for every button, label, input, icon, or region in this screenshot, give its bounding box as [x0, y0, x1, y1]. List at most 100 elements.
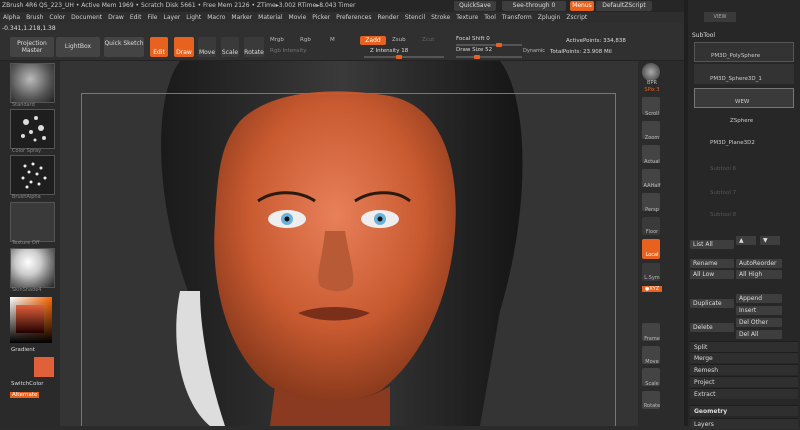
edit-mode-button[interactable]: Edit	[150, 37, 168, 57]
subtool-item-wew[interactable]: WEW	[694, 88, 794, 108]
menu-picker[interactable]: Picker	[309, 12, 333, 23]
stroke-color-spray-thumbnail[interactable]	[10, 109, 55, 149]
alpha-dots-icon	[21, 162, 47, 189]
all-low-button[interactable]: All Low	[690, 270, 734, 279]
dynamic-toggle[interactable]: Dynamic	[523, 48, 545, 54]
texture-off-thumbnail[interactable]	[10, 202, 55, 242]
menu-alpha[interactable]: Alpha	[0, 12, 23, 23]
default-zscript-button[interactable]: DefaultZScript	[596, 1, 652, 11]
menu-stroke[interactable]: Stroke	[428, 12, 453, 23]
subtool-header[interactable]: SubTool	[692, 32, 715, 39]
zsub-button[interactable]: Zsub	[392, 37, 406, 43]
standard-label: Standard	[12, 102, 35, 108]
lightbox-button[interactable]: LightBox	[56, 37, 100, 57]
rename-button[interactable]: Rename	[690, 259, 734, 268]
menu-brush[interactable]: Brush	[23, 12, 46, 23]
quicksave-button[interactable]: QuickSave	[454, 1, 496, 11]
main-color-swatch[interactable]	[34, 357, 54, 377]
del-all-button[interactable]: Del All	[736, 330, 782, 339]
subtool-slot[interactable]: Subtool 8	[694, 206, 794, 226]
menu-zscript[interactable]: Zscript	[563, 12, 590, 23]
subtool-item-plane3d[interactable]: PM3D_Plane3D2	[694, 134, 794, 154]
menu-zplugin[interactable]: Zplugin	[535, 12, 564, 23]
scroll-label: Scroll	[645, 111, 659, 117]
menu-render[interactable]: Render	[374, 12, 401, 23]
subtool-slot[interactable]: Subtool 7	[694, 184, 794, 204]
rotate-label: Rotate	[643, 403, 661, 409]
draw-mode-button[interactable]: Draw	[174, 37, 194, 57]
menus-button[interactable]: Menus	[570, 1, 594, 11]
rgb-intensity-slider[interactable]: Rgb Intensity	[270, 48, 307, 54]
delete-button[interactable]: Delete	[690, 323, 734, 332]
menu-texture[interactable]: Texture	[453, 12, 481, 23]
menu-macro[interactable]: Macro	[204, 12, 228, 23]
del-other-button[interactable]: Del Other	[736, 318, 782, 327]
subtool-item-polysphere[interactable]: PM3D_PolySphere	[694, 42, 794, 62]
menu-transform[interactable]: Transform	[499, 12, 535, 23]
merge-section[interactable]: Merge	[690, 352, 798, 363]
scale-mode-button[interactable]: Scale	[221, 37, 239, 57]
all-high-button[interactable]: All High	[736, 270, 782, 279]
menu-light[interactable]: Light	[183, 12, 204, 23]
view-button[interactable]: VIEW	[704, 12, 736, 22]
m-button[interactable]: M	[330, 37, 335, 43]
subtool-name: Subtool 8	[710, 212, 737, 218]
menu-marker[interactable]: Marker	[228, 12, 255, 23]
zcut-button[interactable]: Zcut	[422, 37, 434, 43]
menu-file[interactable]: File	[144, 12, 160, 23]
menu-color[interactable]: Color	[46, 12, 68, 23]
subtool-slot[interactable]: Subtool 6	[694, 160, 794, 180]
auto-reorder-button[interactable]: AutoReorder	[736, 259, 782, 268]
material-skinshade-thumbnail[interactable]	[10, 248, 55, 288]
menu-tool[interactable]: Tool	[481, 12, 499, 23]
menu-stencil[interactable]: Stencil	[402, 12, 428, 23]
menu-preferences[interactable]: Preferences	[333, 12, 374, 23]
duplicate-button[interactable]: Duplicate	[690, 299, 734, 308]
z-intensity-slider[interactable]	[364, 55, 444, 59]
zadd-button[interactable]: Zadd	[360, 36, 386, 45]
see-through-slider[interactable]: See-through 0	[502, 1, 566, 11]
rotate-mode-button[interactable]: Rotate	[244, 37, 264, 57]
geometry-section[interactable]: Geometry	[690, 405, 798, 416]
switch-color-button[interactable]: SwitchColor	[11, 381, 44, 387]
document-canvas[interactable]	[60, 61, 638, 426]
xyz-button[interactable]: ●XYZ	[642, 286, 662, 292]
brush-standard-thumbnail[interactable]	[10, 63, 55, 103]
alternate-button[interactable]: Alternate	[10, 392, 40, 398]
zoom-label: Zoom	[644, 135, 660, 141]
menu-document[interactable]: Document	[68, 12, 105, 23]
insert-button[interactable]: Insert	[736, 306, 782, 315]
list-all-button[interactable]: List All	[690, 240, 734, 249]
color-picker[interactable]	[10, 297, 52, 343]
layers-section[interactable]: Layers	[690, 418, 798, 429]
menu-material[interactable]: Material	[255, 12, 285, 23]
spix-slider[interactable]: SPix 3	[638, 87, 666, 93]
local-label: Local	[645, 252, 659, 258]
project-section[interactable]: Project	[690, 376, 798, 387]
menu-draw[interactable]: Draw	[105, 12, 127, 23]
menu-edit[interactable]: Edit	[127, 12, 145, 23]
move-label: Move	[198, 49, 216, 56]
subtool-item-sphere3d[interactable]: PM3D_Sphere3D_1	[694, 64, 794, 84]
cursor-coordinates: -0.341,1.218,1.38	[2, 25, 56, 32]
menu-layer[interactable]: Layer	[161, 12, 184, 23]
append-button[interactable]: Append	[736, 294, 782, 303]
focal-shift-slider[interactable]	[456, 43, 522, 47]
bpr-button[interactable]	[642, 63, 660, 81]
subtool-item-zsphere[interactable]: ZSphere	[694, 112, 794, 132]
brush-alpha-thumbnail[interactable]	[10, 155, 55, 195]
projection-master-button[interactable]: Projection Master	[10, 37, 54, 57]
top-shelf: -0.341,1.218,1.38 Projection Master Ligh…	[0, 23, 684, 61]
remesh-section[interactable]: Remesh	[690, 364, 798, 375]
extract-section[interactable]: Extract	[690, 388, 798, 399]
menu-movie[interactable]: Movie	[286, 12, 310, 23]
split-section[interactable]: Split	[690, 341, 798, 352]
move-up-button[interactable]: ▲	[736, 236, 756, 245]
move-mode-button[interactable]: Move	[198, 37, 216, 57]
mrgb-button[interactable]: Mrgb	[270, 37, 284, 43]
quick-sketch-button[interactable]: Quick Sketch	[104, 37, 144, 57]
move-down-button[interactable]: ▼	[760, 236, 780, 245]
rgb-button[interactable]: Rgb	[300, 37, 311, 43]
draw-size-slider[interactable]	[456, 55, 522, 59]
gradient-label: Gradient	[11, 347, 35, 353]
